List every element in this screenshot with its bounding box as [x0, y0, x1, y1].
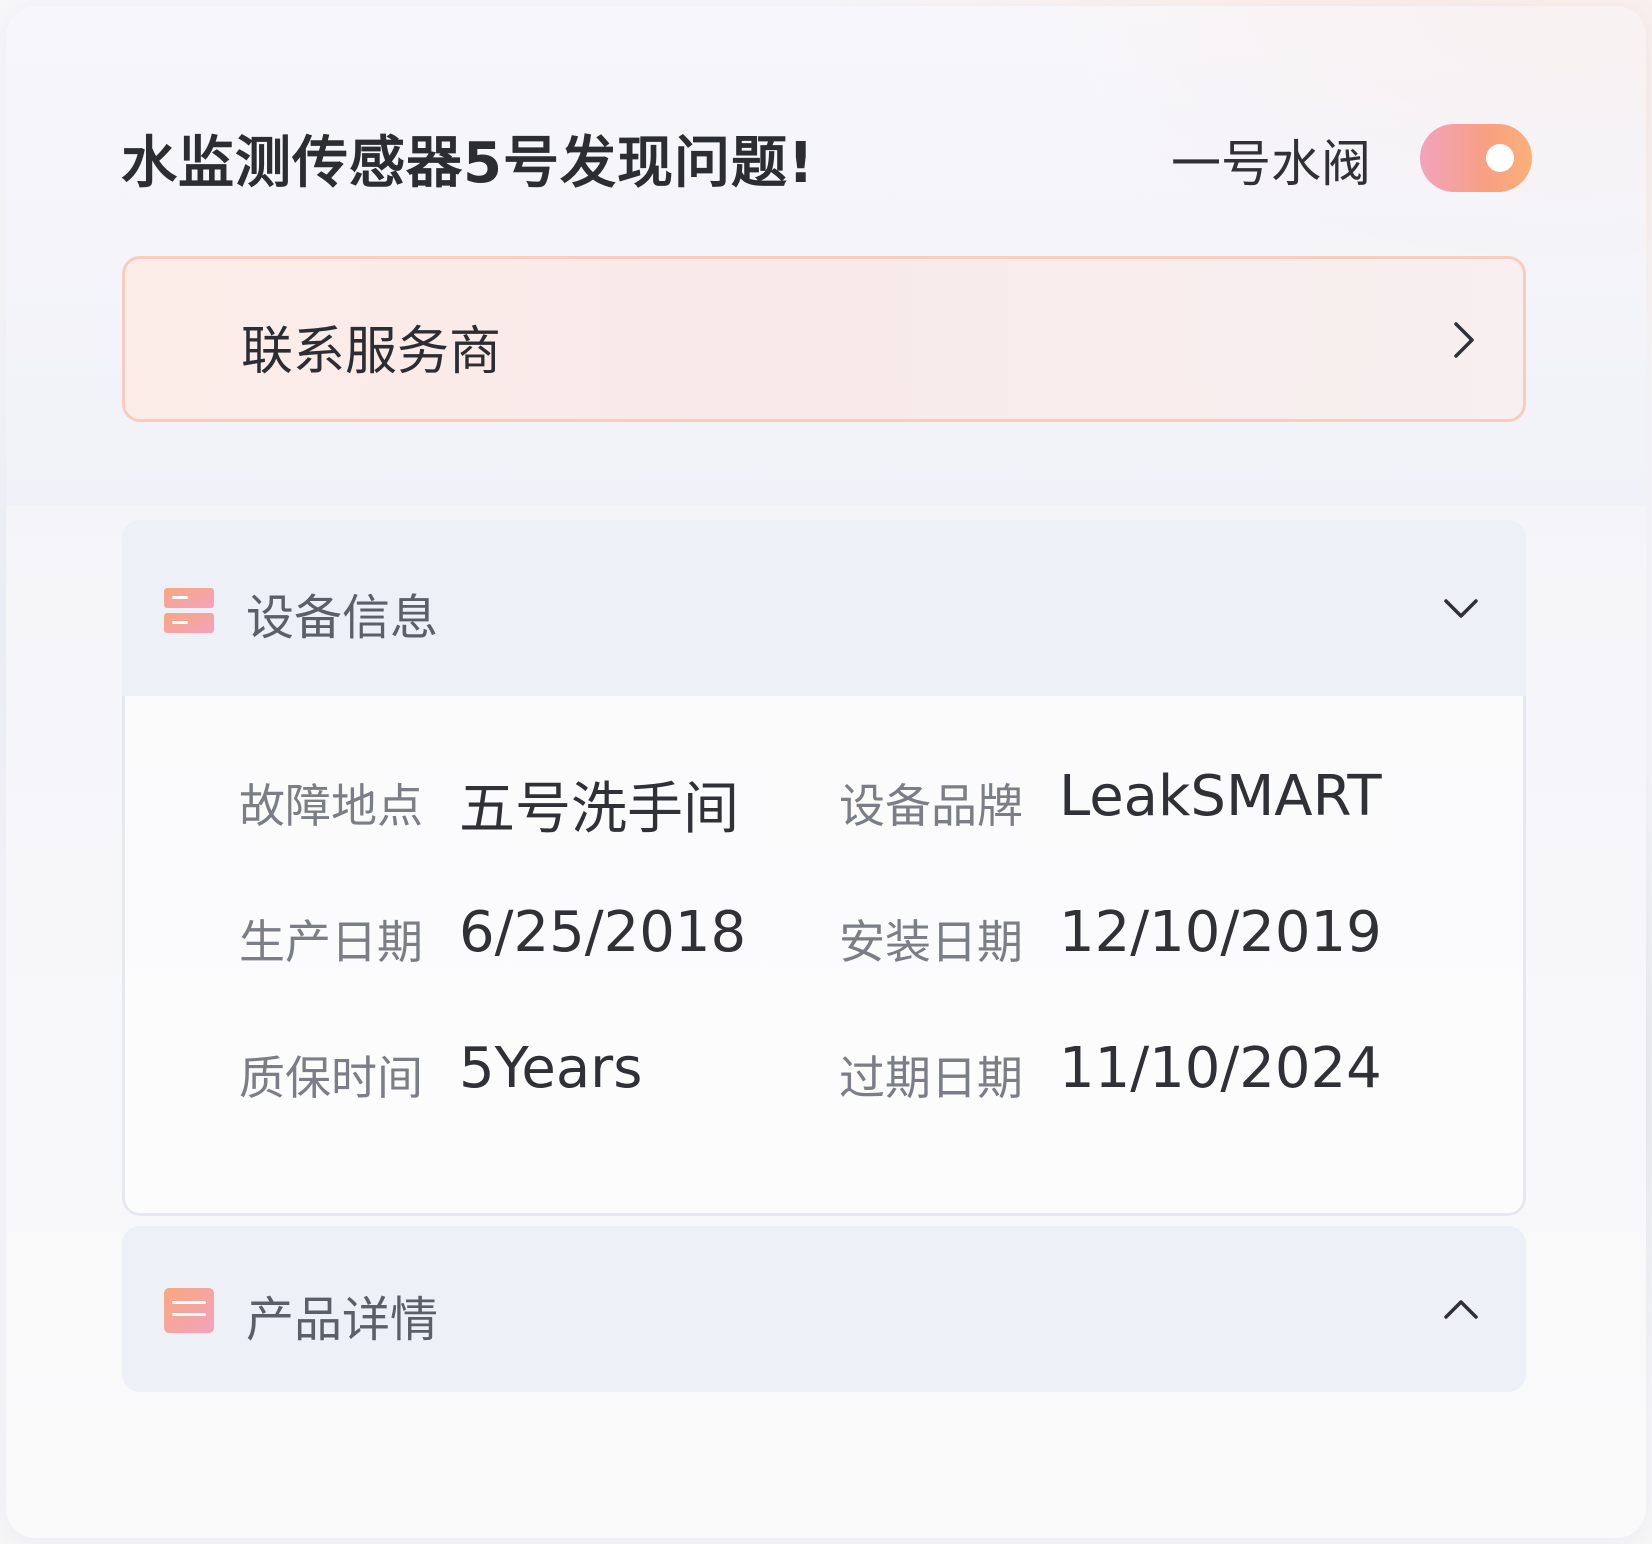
- info-value-production-date: 6/25/2018: [459, 900, 747, 965]
- product-details-section: 产品详情: [122, 1226, 1526, 1392]
- card-icon: [164, 1288, 214, 1333]
- info-label-expiry-date: 过期日期: [839, 1051, 1023, 1105]
- info-value-expiry-date: 11/10/2024: [1059, 1036, 1382, 1101]
- device-info-body: 故障地点 五号洗手间 设备品牌 LeakSMART 生产日期 6/25/2018…: [122, 696, 1526, 1216]
- info-label-warranty: 质保时间: [239, 1051, 423, 1105]
- list-icon: [164, 588, 214, 633]
- contact-provider-button[interactable]: 联系服务商: [122, 256, 1526, 422]
- product-details-title: 产品详情: [246, 1292, 439, 1348]
- info-value-install-date: 12/10/2019: [1059, 900, 1382, 965]
- contact-provider-label: 联系服务商: [241, 322, 502, 382]
- info-label-production-date: 生产日期: [239, 915, 423, 969]
- alert-card: 水监测传感器5号发现问题! 一号水阀 联系服务商 设备信息 故障地点 五号洗手间…: [6, 6, 1646, 1538]
- chevron-right-icon: [1454, 322, 1474, 358]
- valve-label: 一号水阀: [1171, 135, 1371, 193]
- info-value-warranty: 5Years: [459, 1036, 643, 1101]
- chevron-down-icon[interactable]: [1436, 584, 1486, 634]
- toggle-knob: [1486, 144, 1514, 172]
- info-value-brand: LeakSMART: [1059, 764, 1382, 829]
- info-label-install-date: 安装日期: [839, 915, 1023, 969]
- info-value-fault-location: 五号洗手间: [459, 777, 739, 842]
- device-info-section: 设备信息 故障地点 五号洗手间 设备品牌 LeakSMART 生产日期 6/25…: [122, 520, 1526, 1216]
- chevron-up-icon[interactable]: [1436, 1284, 1486, 1334]
- device-info-header[interactable]: 设备信息: [122, 520, 1526, 696]
- info-label-brand: 设备品牌: [839, 779, 1023, 833]
- product-details-header[interactable]: 产品详情: [122, 1226, 1526, 1392]
- alert-title: 水监测传感器5号发现问题!: [121, 131, 815, 196]
- valve-toggle[interactable]: [1420, 124, 1532, 192]
- info-label-fault-location: 故障地点: [239, 779, 423, 833]
- device-info-title: 设备信息: [246, 590, 439, 646]
